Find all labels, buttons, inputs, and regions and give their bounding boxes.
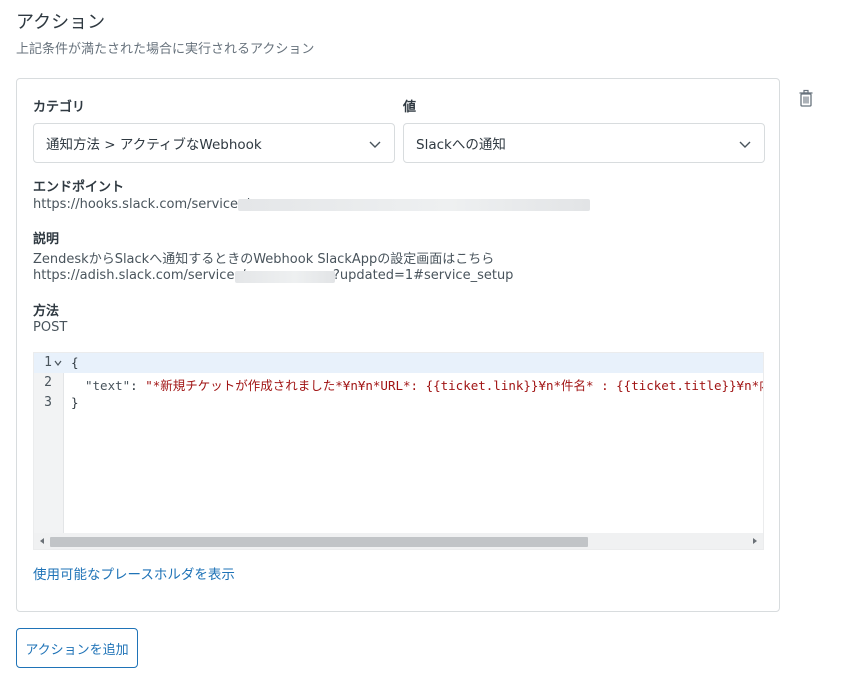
show-placeholders-link[interactable]: 使用可能なプレースホルダを表示 [33,563,235,583]
method-value: POST [33,320,68,335]
category-select[interactable]: 通知方法 > アクティブなWebhook [33,123,395,163]
scroll-left-icon[interactable] [38,537,46,545]
line-number: 2 [44,375,52,390]
trash-icon[interactable] [798,89,814,107]
endpoint-url: https://hooks.slack.com/services/ [33,197,250,212]
category-label: カテゴリ [33,100,86,115]
fold-chevron-icon[interactable] [54,359,62,367]
json-key: "text" [85,378,131,393]
page: アクション 上記条件が満たされた場合に実行されるアクション カテゴリ 通知方法 … [0,0,852,700]
scrollbar-thumb[interactable] [50,537,588,547]
json-body-editor[interactable]: 1 2 3 { "text": "*新規チケットが作成されました*¥n¥n*UR… [33,352,764,550]
redacted-block [238,199,590,211]
value-select[interactable]: Slackへの通知 [403,123,765,163]
endpoint-label: エンドポイント [33,180,125,195]
value-select-value: Slackへの通知 [416,137,506,153]
add-action-button[interactable]: アクションを追加 [16,628,138,668]
section-title: アクション [16,12,106,33]
description-text: ZendeskからSlackへ通知するときのWebhook SlackAppの設… [33,252,495,267]
code-line: "text": "*新規チケットが作成されました*¥n¥n*URL*: {{ti… [85,375,764,394]
description-url-prefix: https://adish.slack.com/services/ [33,268,246,283]
section-subtitle: 上記条件が満たされた場合に実行されるアクション [16,42,315,57]
active-line-highlight [34,353,763,373]
line-number: 3 [44,395,52,410]
chevron-down-icon [739,141,751,148]
method-label: 方法 [33,304,60,319]
description-label: 説明 [33,232,60,247]
value-label: 値 [403,100,417,115]
description-url-suffix: ?updated=1#service_setup [333,268,514,283]
json-string: "*新規チケットが作成されました*¥n¥n*URL*: {{ticket.lin… [145,378,764,393]
redacted-block [235,271,335,283]
scroll-right-icon[interactable] [751,537,759,545]
chevron-down-icon [369,141,381,148]
horizontal-scrollbar[interactable] [34,533,763,549]
code-line: } [71,395,79,410]
category-select-value: 通知方法 > アクティブなWebhook [46,137,262,153]
json-separator: : [130,378,146,393]
line-number: 1 [44,355,52,370]
code-line: { [71,355,79,370]
